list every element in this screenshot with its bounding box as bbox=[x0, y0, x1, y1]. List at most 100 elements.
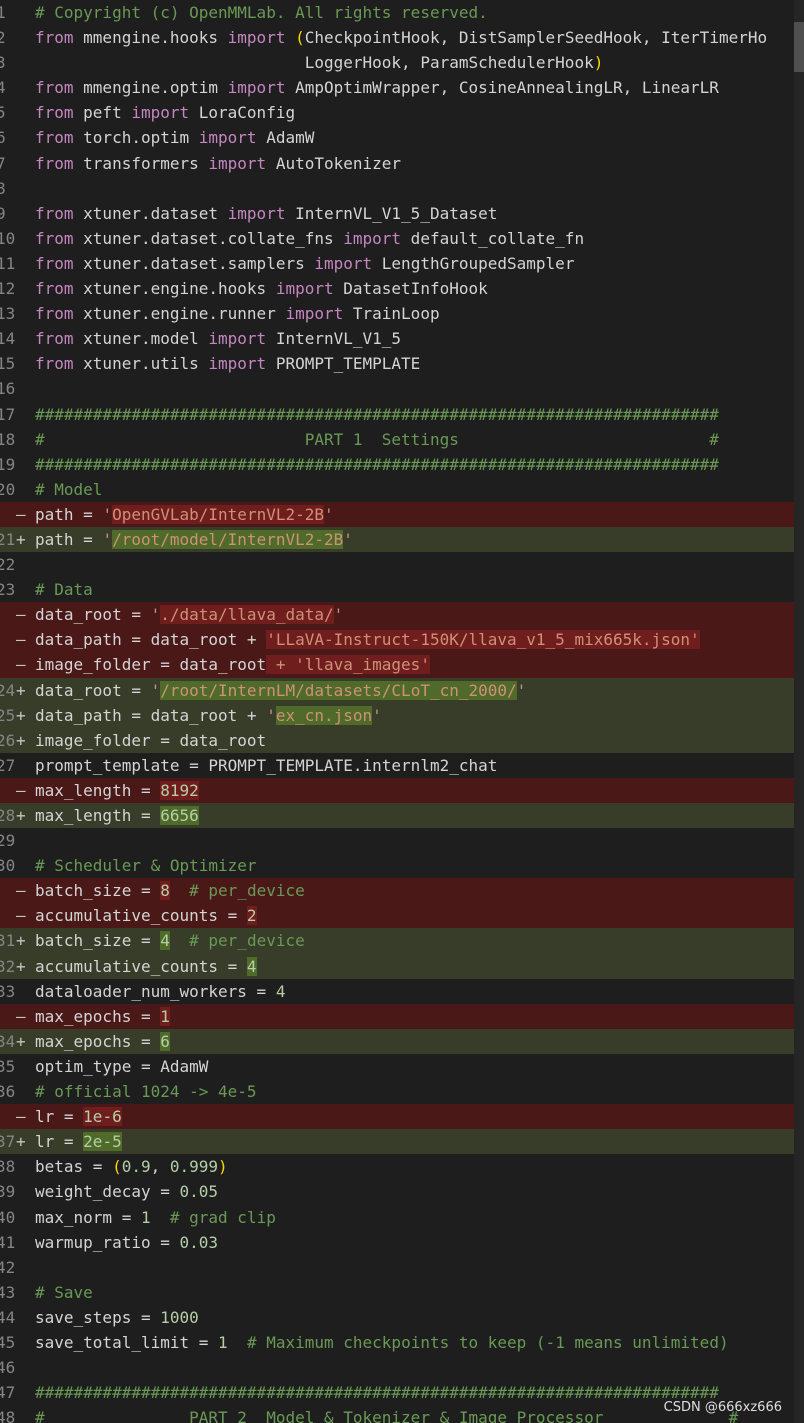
code-line[interactable]: 7 from transformers import AutoTokenizer bbox=[0, 151, 804, 176]
code-token: DatasetInfoHook bbox=[333, 279, 488, 299]
diff-line-removed[interactable]: — path = 'OpenGVLab/InternVL2-2B' bbox=[0, 501, 804, 527]
code-token: 0.03 bbox=[179, 1232, 219, 1252]
scrollbar-thumb[interactable] bbox=[794, 22, 804, 72]
code-line[interactable]: 4 from mmengine.optim import AmpOptimWrap… bbox=[0, 75, 804, 100]
line-number: 6 bbox=[0, 128, 6, 148]
code-line[interactable]: 45 save_total_limit = 1 # Maximum checkpo… bbox=[0, 1330, 804, 1355]
diff-line-added[interactable]: 24 + data_root = '/root/InternLM/datasets/… bbox=[0, 677, 804, 703]
code-line[interactable]: 15 from xtuner.utils import PROMPT_TEMPLA… bbox=[0, 351, 804, 376]
code-line[interactable]: 14 from xtuner.model import InternVL_V1_5 bbox=[0, 326, 804, 351]
code-token: ' bbox=[516, 680, 527, 700]
line-number: 5 bbox=[0, 103, 6, 123]
line-code: accumulative_counts = 2 bbox=[35, 903, 257, 928]
line-code: prompt_template = PROMPT_TEMPLATE.intern… bbox=[35, 753, 497, 778]
diff-line-added[interactable]: 21 + path = '/root/model/InternVL2-2B' bbox=[0, 526, 804, 553]
line-number: 16 bbox=[0, 379, 16, 399]
code-token: from bbox=[35, 103, 74, 123]
code-line[interactable]: 33 dataloader_num_workers = 4 bbox=[0, 979, 804, 1004]
code-token: xtuner.model bbox=[73, 329, 209, 349]
code-line[interactable]: 42 bbox=[0, 1255, 804, 1280]
diff-remove-icon: — bbox=[16, 1107, 26, 1127]
line-code: data_path = data_root + 'LLaVA-Instruct-… bbox=[35, 627, 700, 652]
code-token: xtuner.dataset bbox=[73, 203, 228, 223]
code-line[interactable]: 11 from xtuner.dataset.samplers import Le… bbox=[0, 251, 804, 276]
line-number: 41 bbox=[0, 1232, 16, 1252]
code-line[interactable]: 16 bbox=[0, 376, 804, 401]
line-code: # Data bbox=[35, 577, 93, 602]
code-token: 0.999 bbox=[169, 1157, 219, 1177]
code-line[interactable]: 3 LoggerHook, ParamSchedulerHook) bbox=[0, 50, 804, 75]
diff-add-icon: + bbox=[16, 680, 26, 700]
line-code: from xtuner.dataset.collate_fns import d… bbox=[35, 226, 584, 251]
diff-line-removed[interactable]: — data_root = './data/llava_data/' bbox=[0, 602, 804, 628]
code-line[interactable]: 8 bbox=[0, 176, 804, 201]
code-editor[interactable]: 1 # Copyright (c) OpenMMLab. All rights r… bbox=[0, 0, 804, 1423]
diff-add-icon: + bbox=[16, 705, 26, 725]
code-line[interactable]: 43 # Save bbox=[0, 1280, 804, 1305]
diff-line-removed[interactable]: — max_epochs = 1 bbox=[0, 1003, 804, 1029]
line-number: 44 bbox=[0, 1307, 16, 1327]
code-line[interactable]: 19 ######################################… bbox=[0, 452, 804, 477]
diff-line-removed[interactable]: — batch_size = 8 # per_device bbox=[0, 878, 804, 904]
diff-line-added[interactable]: 37 + lr = 2e-5 bbox=[0, 1129, 804, 1155]
diff-line-added[interactable]: 25 + data_path = data_root + 'ex_cn.json' bbox=[0, 702, 804, 728]
diff-line-added[interactable]: 28 + max_length = 6656 bbox=[0, 803, 804, 829]
code-line[interactable]: 41 warmup_ratio = 0.03 bbox=[0, 1230, 804, 1255]
line-gutter: 35 bbox=[0, 1054, 32, 1079]
diff-line-removed[interactable]: — max_length = 8192 bbox=[0, 777, 804, 803]
code-token: ex_cn.json bbox=[275, 705, 373, 725]
code-line[interactable]: 36 # official 1024 -> 4e-5 bbox=[0, 1079, 804, 1104]
line-number: 47 bbox=[0, 1383, 16, 1403]
diff-line-removed[interactable]: — accumulative_counts = 2 bbox=[0, 903, 804, 929]
code-line[interactable]: 5 from peft import LoraConfig bbox=[0, 100, 804, 125]
line-gutter: 44 bbox=[0, 1305, 32, 1330]
code-token: from bbox=[35, 128, 74, 148]
line-gutter: 34 + bbox=[0, 1029, 32, 1054]
code-token: ./data/llava_data/ bbox=[160, 605, 334, 625]
diff-line-added[interactable]: 31 + batch_size = 4 # per_device bbox=[0, 928, 804, 954]
diff-line-removed[interactable]: — image_folder = data_root + 'llava_image… bbox=[0, 652, 804, 678]
line-code: save_steps = 1000 bbox=[35, 1305, 199, 1330]
code-line[interactable]: 10 from xtuner.dataset.collate_fns import… bbox=[0, 226, 804, 251]
code-line[interactable]: 9 from xtuner.dataset import InternVL_V1_… bbox=[0, 201, 804, 226]
diff-line-removed[interactable]: — lr = 1e-6 bbox=[0, 1104, 804, 1130]
diff-line-added[interactable]: 34 + max_epochs = 6 bbox=[0, 1028, 804, 1054]
code-token: mmengine.optim bbox=[73, 78, 228, 98]
line-code: accumulative_counts = 4 bbox=[35, 954, 257, 979]
code-line[interactable]: 40 max_norm = 1 # grad clip bbox=[0, 1205, 804, 1230]
code-line[interactable]: 29 bbox=[0, 828, 804, 853]
code-line[interactable]: 17 ######################################… bbox=[0, 402, 804, 427]
line-code: max_epochs = 1 bbox=[35, 1004, 170, 1029]
code-token: xtuner.dataset.samplers bbox=[73, 253, 315, 273]
code-line[interactable]: 18 # PART 1 Settings # bbox=[0, 427, 804, 452]
code-line[interactable]: 12 from xtuner.engine.hooks import Datase… bbox=[0, 276, 804, 301]
code-token: 0.05 bbox=[179, 1182, 219, 1202]
code-line[interactable]: 39 weight_decay = 0.05 bbox=[0, 1179, 804, 1204]
diff-remove-icon: — bbox=[16, 630, 26, 650]
vertical-scrollbar[interactable] bbox=[794, 0, 804, 1423]
code-line[interactable]: 23 # Data bbox=[0, 577, 804, 602]
line-code: from xtuner.engine.runner import TrainLo… bbox=[35, 301, 440, 326]
code-line[interactable]: 6 from torch.optim import AdamW bbox=[0, 125, 804, 150]
code-line[interactable]: 44 save_steps = 1000 bbox=[0, 1305, 804, 1330]
code-token: max_epochs = bbox=[35, 1006, 161, 1026]
line-gutter: — bbox=[0, 1004, 32, 1029]
code-token: data_root = bbox=[35, 680, 151, 700]
code-line[interactable]: 46 bbox=[0, 1355, 804, 1380]
code-line[interactable]: 27 prompt_template = PROMPT_TEMPLATE.inte… bbox=[0, 753, 804, 778]
code-line[interactable]: 13 from xtuner.engine.runner import Train… bbox=[0, 301, 804, 326]
code-line[interactable]: 30 # Scheduler & Optimizer bbox=[0, 853, 804, 878]
diff-remove-icon: — bbox=[16, 881, 26, 901]
code-line[interactable]: 2 from mmengine.hooks import (CheckpointH… bbox=[0, 25, 804, 50]
diff-line-added[interactable]: 26 + image_folder = data_root bbox=[0, 727, 804, 753]
code-line[interactable]: 22 bbox=[0, 552, 804, 577]
diff-line-added[interactable]: 32 + accumulative_counts = 4 bbox=[0, 953, 804, 979]
diff-line-removed[interactable]: — data_path = data_root + 'LLaVA-Instruct… bbox=[0, 627, 804, 653]
code-line[interactable]: 38 betas = (0.9, 0.999) bbox=[0, 1154, 804, 1179]
code-line[interactable]: 20 # Model bbox=[0, 477, 804, 502]
code-line[interactable]: 35 optim_type = AdamW bbox=[0, 1054, 804, 1079]
code-line[interactable]: 1 # Copyright (c) OpenMMLab. All rights r… bbox=[0, 0, 804, 25]
line-number: 11 bbox=[0, 253, 16, 273]
code-token: betas = bbox=[35, 1157, 113, 1177]
code-token: 6656 bbox=[160, 806, 199, 825]
